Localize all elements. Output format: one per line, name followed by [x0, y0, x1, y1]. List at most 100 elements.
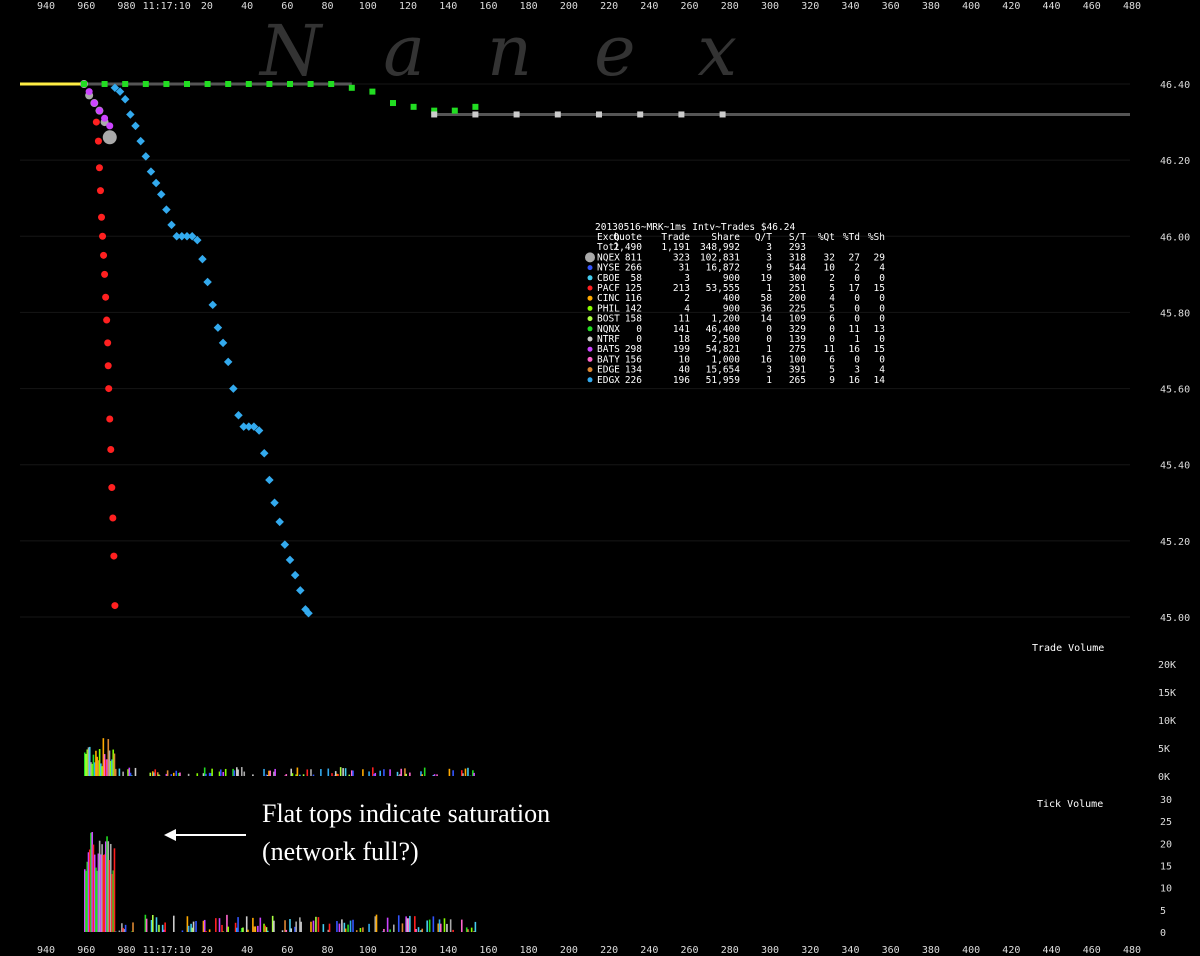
- x-tick-label-top: 160: [479, 1, 497, 12]
- bats-trade-point: [90, 99, 98, 107]
- trade-volume-bar: [237, 769, 239, 776]
- trade-volume-tick-label: 20K: [1158, 660, 1176, 671]
- tick-volume-bar: [443, 918, 446, 932]
- volume-bars: [84, 738, 477, 932]
- stats-table-cell: 1: [766, 375, 772, 386]
- tick-volume-bar: [245, 916, 248, 932]
- trade-volume-bar: [219, 769, 222, 776]
- edgx-trade-point: [229, 384, 238, 393]
- pacf-trade-point: [109, 514, 117, 522]
- tick-volume-bar: [247, 929, 249, 932]
- trade-volume-bar: [252, 774, 254, 776]
- ntrf-trade-point: [554, 111, 561, 118]
- tick-volume-tick-label: 15: [1160, 862, 1172, 873]
- stats-table: 20130516~MRK~1ms Intv~Trades $46.24 Exch…: [585, 222, 885, 386]
- tick-volume-bar: [393, 924, 395, 932]
- ntrf-trade-point: [472, 111, 479, 118]
- x-tick-label-bottom: 140: [439, 945, 457, 956]
- x-tick-label-bottom: 120: [399, 945, 417, 956]
- edgx-trade-point: [290, 570, 300, 580]
- x-tick-label-bottom: 440: [1043, 945, 1061, 956]
- edgx-trade-point: [280, 540, 290, 549]
- pacf-trade-point: [102, 293, 110, 301]
- price-tick-label: 45.00: [1160, 613, 1190, 624]
- price-tick-label: 45.60: [1160, 385, 1190, 396]
- trade-volume-bar: [467, 767, 469, 776]
- x-tick-label-top: 40: [241, 1, 253, 12]
- nqnx-trade-point: [163, 81, 170, 87]
- stats-table-header: %Td: [843, 232, 860, 243]
- x-tick-label-top: 260: [681, 1, 699, 12]
- trade-volume-bar: [263, 768, 265, 776]
- pacf-trade-point: [111, 602, 119, 610]
- tick-volume-bar: [401, 923, 404, 932]
- nqnx-trade-point: [225, 81, 232, 87]
- tick-volume-bar: [397, 915, 400, 932]
- trade-volume-bar: [310, 769, 312, 776]
- nqnx-trade-point: [101, 81, 108, 87]
- tick-volume-bar: [172, 915, 175, 932]
- trade-volume-bar: [348, 774, 351, 776]
- pacf-trade-point: [94, 137, 102, 145]
- trade-volume-bar: [170, 774, 173, 776]
- nqnx-trade-point: [204, 81, 211, 87]
- trade-volume-bar: [331, 773, 333, 776]
- x-tick-label-top: 380: [922, 1, 940, 12]
- saturation-annotation: Flat tops indicate saturation (network f…: [164, 799, 550, 866]
- trade-volume-bar: [222, 771, 225, 776]
- x-tick-label-bottom: 360: [882, 945, 900, 956]
- pacf-trade-point: [110, 552, 118, 560]
- x-tick-label-bottom: 460: [1083, 945, 1101, 956]
- trade-volume-bar: [344, 768, 347, 776]
- x-tick-label-top: 400: [962, 1, 980, 12]
- chart-watermark: Nanex: [258, 10, 799, 92]
- x-tick-label-bottom: 940: [37, 945, 55, 956]
- tick-volume-bar: [355, 930, 358, 932]
- pacf-trade-point: [104, 339, 112, 347]
- tick-volume-bar: [386, 917, 389, 932]
- tick-volume-bar: [336, 921, 338, 932]
- edgx-trade-point: [223, 357, 233, 367]
- tick-volume-bar: [312, 920, 315, 932]
- x-tick-label-top: 360: [882, 1, 900, 12]
- tick-volume-bar: [242, 927, 244, 932]
- edgx-trade-point: [131, 121, 140, 131]
- trade-volume-bar: [368, 771, 370, 776]
- edgx-trade-point: [151, 178, 161, 188]
- tick-volume-bar: [192, 921, 195, 932]
- tick-volume-bar: [426, 920, 428, 932]
- annotation-arrowhead: [164, 829, 176, 841]
- x-tick-label-top: 60: [281, 1, 293, 12]
- annotation-line-2: (network full?): [262, 837, 419, 866]
- x-tick-label-top: 320: [801, 1, 819, 12]
- stats-table-legend-marker: [587, 295, 593, 301]
- x-tick-label-top: 480: [1123, 1, 1141, 12]
- x-tick-label-bottom: 200: [560, 945, 578, 956]
- nqnx-trade-point: [451, 107, 458, 114]
- trade-volume-bar: [464, 768, 467, 776]
- stats-table-legend-marker: [587, 305, 593, 311]
- tick-volume-bar: [124, 924, 127, 932]
- trade-volume-bar: [423, 767, 426, 776]
- edgx-trade-point: [296, 586, 305, 595]
- x-tick-label-bottom: 960: [77, 945, 95, 956]
- edgx-trade-point: [234, 410, 243, 420]
- ntrf-trade-point: [678, 111, 685, 118]
- edgx-trade-point: [260, 449, 269, 458]
- trade-volume-bar: [172, 772, 175, 776]
- annotation-line-1: Flat tops indicate saturation: [262, 799, 550, 828]
- trade-volume-bar: [205, 773, 207, 776]
- x-tick-label-top: 940: [37, 1, 55, 12]
- nqnx-trade-point: [369, 88, 376, 95]
- x-tick-label-top: 200: [560, 1, 578, 12]
- bats-trade-point: [101, 114, 109, 122]
- x-tick-label-bottom: 80: [322, 945, 334, 956]
- stats-table-cell: 196: [673, 375, 690, 386]
- nqnx-trade-point: [266, 81, 273, 87]
- x-tick-label-bottom: 340: [841, 945, 859, 956]
- tick-volume-bar: [375, 914, 378, 932]
- trade-volume-bar: [187, 773, 190, 776]
- tick-volume-bar: [181, 930, 184, 932]
- tick-volume-bar: [446, 923, 448, 932]
- trade-volume-bar: [452, 770, 454, 776]
